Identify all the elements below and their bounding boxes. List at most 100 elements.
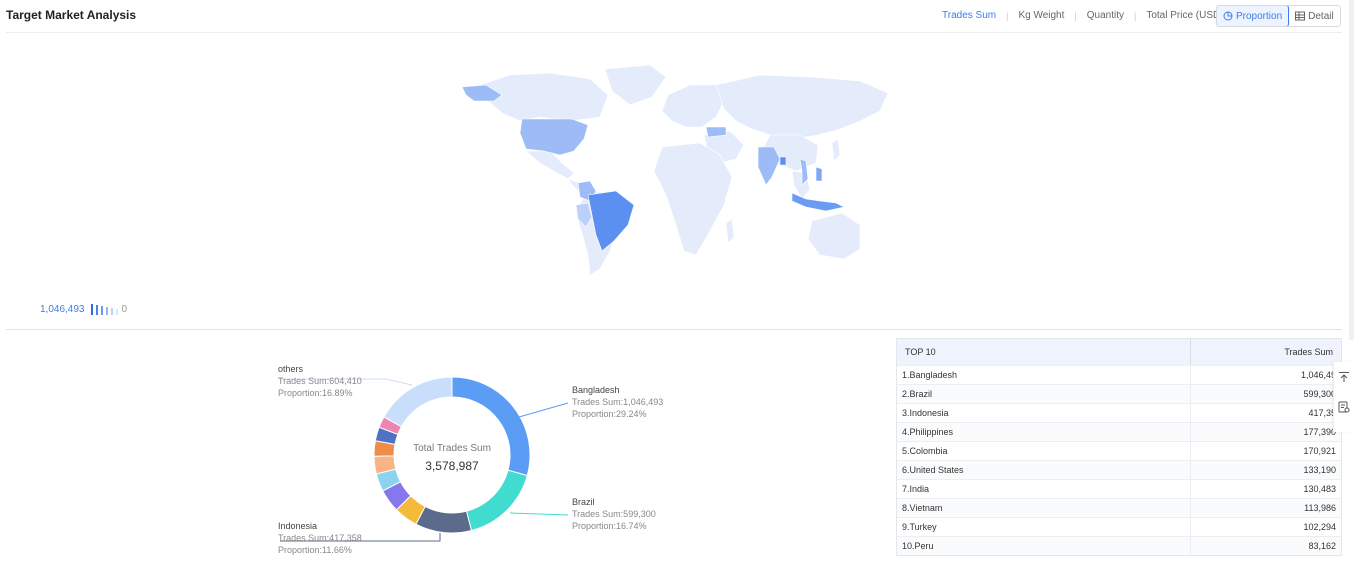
- map-mexico: [525, 150, 575, 180]
- legend-bar: [90, 304, 93, 315]
- pie-icon: [1223, 11, 1233, 21]
- table-row: 5.Colombia 170,921: [897, 441, 1341, 461]
- table-header-value: Trades Sum: [1284, 347, 1333, 357]
- feedback-button[interactable]: [1334, 392, 1354, 422]
- map-japan: [831, 138, 841, 162]
- label-brazil-sum: Trades Sum:599,300: [572, 509, 656, 519]
- table-cell-country: 3.Indonesia: [897, 403, 1191, 423]
- table-row: 9.Turkey 102,294: [897, 517, 1341, 537]
- tab-quantity[interactable]: Quantity: [1087, 10, 1124, 21]
- table-cell-country: 4.Philippines: [897, 422, 1191, 442]
- table-row: 3.Indonesia 417,35: [897, 403, 1341, 423]
- table-cell-country: 2.Brazil: [897, 384, 1191, 404]
- proportion-label: Proportion: [1236, 10, 1283, 22]
- tab-total-price[interactable]: Total Price (USD): [1146, 10, 1223, 21]
- table-cell-value: 170,921: [1303, 446, 1336, 456]
- map-philippines: [815, 166, 823, 182]
- label-others: others Trades Sum:604,410 Proportion:16.…: [278, 363, 362, 399]
- label-brazil: Brazil Trades Sum:599,300 Proportion:16.…: [572, 496, 656, 532]
- donut-slice-indonesia[interactable]: [415, 505, 473, 534]
- table-row: 4.Philippines 177,390: [897, 422, 1341, 442]
- tab-separator: |: [1006, 10, 1009, 21]
- map-bangladesh: [779, 156, 787, 166]
- table-cell-country: 6.United States: [897, 460, 1191, 480]
- legend-min: 0: [121, 303, 128, 315]
- table-cell-value: 133,190: [1303, 465, 1336, 475]
- label-bangladesh-sum: Trades Sum:1,046,493: [572, 397, 664, 407]
- map-legend: 1,046,493 0: [40, 303, 127, 315]
- tab-kg-weight[interactable]: Kg Weight: [1018, 10, 1064, 21]
- table-row: 2.Brazil 599,300: [897, 384, 1341, 404]
- label-brazil-prop: Proportion:16.74%: [572, 521, 647, 531]
- tab-separator: |: [1133, 10, 1137, 21]
- table-row: 6.United States 133,190: [897, 460, 1341, 480]
- table-cell-value: 83,162: [1308, 541, 1336, 551]
- table-row: 7.India 130,483: [897, 479, 1341, 499]
- label-bangladesh-prop: Proportion:29.24%: [572, 409, 647, 419]
- table-row: 10.Peru 83,162: [897, 536, 1341, 556]
- donut-slice-brazil[interactable]: [465, 469, 528, 532]
- leader-brazil: [509, 512, 569, 516]
- divider: [6, 329, 1342, 330]
- map-australia: [807, 212, 861, 260]
- proportion-button[interactable]: Proportion: [1216, 6, 1290, 26]
- legend-max: 1,046,493: [40, 303, 85, 315]
- table-cell-country: 7.India: [897, 479, 1191, 499]
- label-others-sum: Trades Sum:604,410: [278, 376, 362, 386]
- map-madagascar: [725, 218, 735, 244]
- table-cell-country: 10.Peru: [897, 536, 1191, 556]
- label-others-prop: Proportion:16.89%: [278, 388, 353, 398]
- table-cell-value: 102,294: [1303, 522, 1336, 532]
- label-indonesia-sum: Trades Sum:417,358: [278, 533, 362, 543]
- table-cell-value: 113,986: [1304, 503, 1336, 513]
- scrollbar[interactable]: [1349, 0, 1354, 340]
- legend-bar: [105, 307, 108, 315]
- map-russia-asia: [715, 74, 889, 140]
- label-brazil-name: Brazil: [572, 497, 595, 507]
- donut-slice-others[interactable]: [383, 376, 453, 428]
- label-indonesia-name: Indonesia: [278, 521, 318, 531]
- label-bangladesh: Bangladesh Trades Sum:1,046,493 Proporti…: [572, 384, 663, 420]
- feedback-icon: [1338, 401, 1350, 413]
- metric-tabs: Trades Sum | Kg Weight | Quantity | Tota…: [942, 10, 1224, 21]
- table-row: 8.Vietnam 113,986: [897, 498, 1341, 518]
- donut-center-value: 3,578,987: [425, 459, 479, 473]
- tab-trades-sum[interactable]: Trades Sum: [942, 10, 996, 21]
- map-europe: [661, 84, 725, 128]
- detail-button[interactable]: Detail: [1289, 6, 1340, 26]
- map-turkey: [705, 126, 727, 138]
- label-indonesia-prop: Proportion:11.66%: [278, 545, 352, 555]
- table-cell-country: 9.Turkey: [897, 517, 1191, 537]
- label-bangladesh-name: Bangladesh: [572, 385, 620, 395]
- table-cell-value: 130,483: [1303, 484, 1336, 494]
- label-others-name: others: [278, 364, 304, 374]
- map-india: [757, 146, 781, 186]
- back-to-top-button[interactable]: [1334, 362, 1354, 392]
- map-greenland: [604, 64, 667, 106]
- world-map: [461, 64, 889, 276]
- page-title: Target Market Analysis: [6, 8, 137, 22]
- table-cell-value: 599,300: [1303, 389, 1336, 399]
- floating-toolbar: [1333, 362, 1354, 432]
- leader-bangladesh: [518, 402, 569, 418]
- legend-bar: [115, 309, 118, 315]
- table-icon: [1295, 11, 1306, 21]
- legend-bar: [95, 305, 98, 315]
- donut-center-title: Total Trades Sum: [413, 443, 491, 454]
- header: Target Market Analysis Trades Sum | Kg W…: [0, 0, 1354, 33]
- table-cell-value: 177,390: [1303, 427, 1336, 437]
- view-toggle: Proportion Detail: [1216, 5, 1341, 27]
- map-africa: [653, 142, 733, 256]
- table-cell-value: 1,046,49: [1300, 370, 1336, 380]
- tab-separator: |: [1074, 10, 1077, 21]
- table-cell-country: 5.Colombia: [897, 441, 1191, 461]
- divider: [6, 32, 1342, 33]
- table-cell-country: 8.Vietnam: [897, 498, 1191, 518]
- legend-bar: [110, 308, 113, 315]
- arrow-up-icon: [1339, 372, 1349, 382]
- detail-label: Detail: [1308, 10, 1334, 22]
- donut-chart: Total Trades Sum 3,578,987 others Trades…: [270, 355, 690, 562]
- table-row: 1.Bangladesh 1,046,49: [897, 365, 1341, 385]
- table-cell-country: 1.Bangladesh: [897, 365, 1191, 385]
- label-indonesia: Indonesia Trades Sum:417,358 Proportion:…: [278, 520, 362, 556]
